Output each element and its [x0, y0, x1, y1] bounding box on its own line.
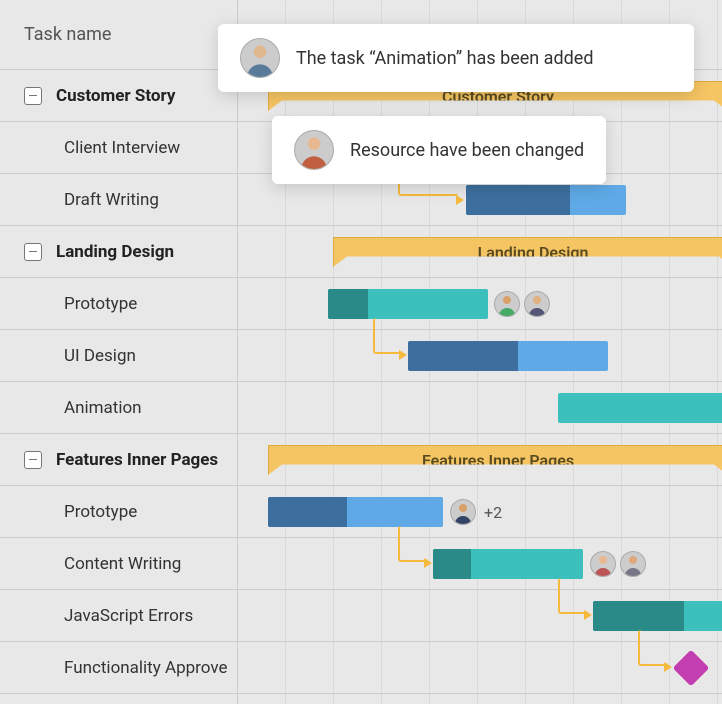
task-row-javascript-errors[interactable]: JavaScript Errors — [0, 590, 237, 642]
task-label: Prototype — [64, 294, 137, 314]
task-row-animation[interactable]: Animation — [0, 382, 237, 434]
task-row-ui-design[interactable]: UI Design — [0, 330, 237, 382]
column-header: Task name — [0, 0, 237, 70]
group-row-customer-story[interactable]: Customer Story — [0, 70, 237, 122]
gantt-task-row — [238, 330, 722, 382]
gantt-task-row — [238, 642, 722, 694]
task-bar-ui-design[interactable] — [408, 341, 608, 371]
avatar[interactable] — [620, 551, 646, 577]
task-label: Draft Writing — [64, 190, 159, 210]
group-bar-features[interactable]: Features Inner Pages — [268, 445, 722, 475]
task-row-content-writing[interactable]: Content Writing — [0, 538, 237, 590]
task-row-prototype-2[interactable]: Prototype — [0, 486, 237, 538]
notification-toast[interactable]: The task “Animation” has been added — [218, 24, 694, 92]
avatar — [294, 130, 334, 170]
task-label: UI Design — [64, 346, 136, 366]
task-name-header: Task name — [24, 24, 111, 45]
gantt-task-row — [238, 278, 722, 330]
task-bar-content-writing[interactable] — [433, 549, 583, 579]
milestone-functionality-approve[interactable] — [673, 650, 710, 687]
task-label: JavaScript Errors — [64, 606, 193, 626]
task-list-sidebar: Task name Customer Story Client Intervie… — [0, 0, 238, 704]
assignee-avatars[interactable]: +2 — [450, 499, 502, 525]
collapse-icon[interactable] — [24, 243, 42, 261]
task-bar-javascript-errors[interactable] — [593, 601, 722, 631]
group-label: Features Inner Pages — [56, 450, 218, 470]
group-label: Customer Story — [56, 86, 175, 106]
group-label: Landing Design — [56, 242, 174, 262]
gantt-group-row: Landing Design — [238, 226, 722, 278]
gantt-task-row — [238, 382, 722, 434]
gantt-task-row — [238, 538, 722, 590]
collapse-icon[interactable] — [24, 451, 42, 469]
notification-message: Resource have been changed — [350, 140, 584, 161]
gantt-task-row: +2 — [238, 486, 722, 538]
task-row-functionality-approve[interactable]: Functionality Approve — [0, 642, 237, 694]
notification-toast[interactable]: Resource have been changed — [272, 116, 606, 184]
task-row-prototype[interactable]: Prototype — [0, 278, 237, 330]
avatar — [240, 38, 280, 78]
task-label: Prototype — [64, 502, 137, 522]
task-label: Functionality Approve — [64, 658, 227, 678]
task-row-draft-writing[interactable]: Draft Writing — [0, 174, 237, 226]
collapse-icon[interactable] — [24, 87, 42, 105]
group-row-landing-design[interactable]: Landing Design — [0, 226, 237, 278]
task-bar-animation[interactable] — [558, 393, 722, 423]
assignee-avatars[interactable] — [494, 291, 550, 317]
task-bar-prototype[interactable] — [328, 289, 488, 319]
task-row-client-interview[interactable]: Client Interview — [0, 122, 237, 174]
task-bar-draft-writing[interactable] — [466, 185, 626, 215]
gantt-group-row: Features Inner Pages — [238, 434, 722, 486]
assignee-avatars[interactable] — [590, 551, 646, 577]
task-label: Content Writing — [64, 554, 181, 574]
gantt-timeline[interactable]: Customer Story Landing Design — [238, 0, 722, 704]
avatar[interactable] — [450, 499, 476, 525]
notification-message: The task “Animation” has been added — [296, 48, 593, 69]
task-bar-prototype-2[interactable] — [268, 497, 443, 527]
gantt-task-row — [238, 590, 722, 642]
gantt-container: Task name Customer Story Client Intervie… — [0, 0, 722, 704]
more-assignees-count[interactable]: +2 — [484, 503, 502, 522]
avatar[interactable] — [524, 291, 550, 317]
avatar[interactable] — [590, 551, 616, 577]
group-row-features-inner-pages[interactable]: Features Inner Pages — [0, 434, 237, 486]
task-label: Client Interview — [64, 138, 180, 158]
avatar[interactable] — [494, 291, 520, 317]
group-bar-landing-design[interactable]: Landing Design — [333, 237, 722, 267]
task-label: Animation — [64, 398, 142, 418]
